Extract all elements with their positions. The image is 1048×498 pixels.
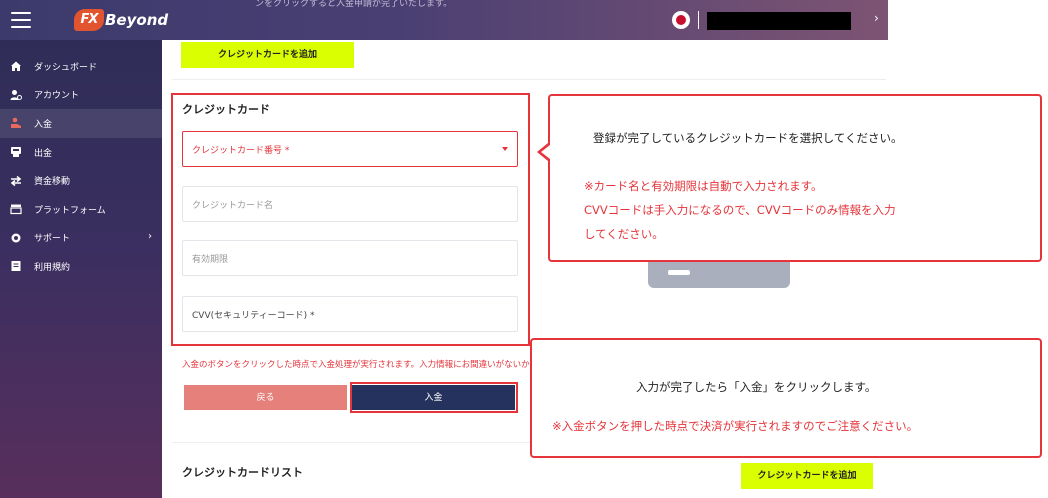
- header-notice: ンをクリックすると入金申請が完了いたします。: [255, 0, 453, 9]
- sidebar-item-deposit[interactable]: 入金: [0, 109, 162, 138]
- platform-icon: [9, 202, 23, 216]
- home-icon: [9, 59, 23, 73]
- sidebar-item-label: 資金移動: [34, 177, 71, 188]
- brand-logo[interactable]: FX Beyond: [74, 8, 168, 32]
- header-chevron-icon[interactable]: ›: [874, 11, 879, 25]
- top-header: FX Beyond ンをクリックすると入金申請が完了いたします。 ›: [0, 0, 888, 40]
- sidebar-item-terms[interactable]: 利用規約: [0, 252, 162, 281]
- sidebar-item-transfer[interactable]: 資金移動: [0, 166, 162, 195]
- brand-name: Beyond: [105, 11, 169, 29]
- sidebar-item-withdraw[interactable]: 出金: [0, 138, 162, 167]
- sidebar-item-label: ダッシュボード: [34, 62, 98, 73]
- sidebar-item-label: サポート: [34, 234, 71, 245]
- sidebar-item-platform[interactable]: プラットフォーム: [0, 195, 162, 224]
- sidebar-item-account[interactable]: アカウント: [0, 81, 162, 110]
- callout-cvv-note: CVVコードは手入力になるので、CVVコードのみ情報を入力: [584, 203, 896, 217]
- callout-deposit-warning: ※入金ボタンを押した時点で決済が実行されますのでご注意ください。: [552, 419, 919, 433]
- terms-icon: [9, 259, 23, 273]
- callout-cvv-note-cont: してください。: [584, 227, 664, 241]
- deposit-warning-text: 入金のボタンをクリックした時点で入金処理が実行されます。入力情報にお間違いがない…: [182, 360, 534, 370]
- deposit-callout: [530, 338, 1042, 458]
- back-button[interactable]: 戻る: [184, 385, 347, 410]
- callout-deposit-instruction: 入力が完了したら「入金」をクリックします。: [636, 380, 877, 394]
- sidebar: ダッシュボード アカウント 入金 出金 資金移動 プラットフォーム サポート ›…: [0, 40, 162, 498]
- withdraw-icon: [9, 145, 23, 159]
- user-account-icon: [9, 88, 23, 102]
- add-credit-card-button-top[interactable]: クレジットカードを追加: [181, 42, 354, 68]
- callout-pointer-fill: [541, 145, 550, 159]
- japan-flag-icon[interactable]: [672, 11, 690, 29]
- sidebar-item-support[interactable]: サポート ›: [0, 224, 162, 253]
- sidebar-item-label: 入金: [34, 119, 53, 130]
- brand-mark: FX: [74, 9, 104, 31]
- callout-select-instruction: 登録が完了しているクレジットカードを選択してください。: [593, 131, 903, 145]
- chevron-right-icon: ›: [148, 230, 152, 242]
- credit-card-form-highlight: [171, 93, 530, 346]
- deposit-icon: [9, 116, 23, 130]
- support-icon: [9, 231, 23, 245]
- sidebar-item-dashboard[interactable]: ダッシュボード: [0, 52, 162, 81]
- sidebar-item-label: アカウント: [34, 91, 80, 102]
- deposit-button-highlight: [350, 382, 518, 413]
- sidebar-item-label: プラットフォーム: [34, 205, 106, 216]
- header-divider: [698, 11, 699, 29]
- user-name-redacted[interactable]: [707, 12, 851, 30]
- add-credit-card-button-bottom[interactable]: クレジットカードを追加: [741, 463, 873, 489]
- transfer-arrows-icon: [9, 174, 23, 188]
- credit-card-list-title: クレジットカードリスト: [182, 466, 303, 479]
- sidebar-item-label: 利用規約: [34, 262, 71, 273]
- sidebar-item-label: 出金: [34, 148, 53, 159]
- callout-autofill-note: ※カード名と有効期限は自動で入力されます。: [584, 179, 823, 193]
- hamburger-menu-icon[interactable]: [11, 12, 31, 28]
